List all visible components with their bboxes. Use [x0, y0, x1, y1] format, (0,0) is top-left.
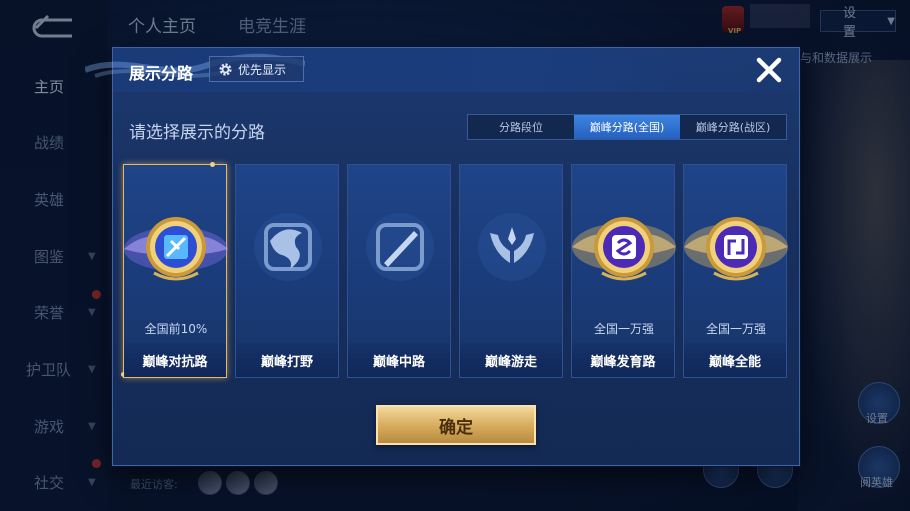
- lane-card-top[interactable]: 全国前10% 巅峰对抗路: [121, 162, 228, 378]
- priority-button-label: 优先显示: [238, 62, 287, 77]
- lane-name: 巅峰打野: [236, 343, 338, 377]
- lane-name: 巅峰对抗路: [124, 343, 226, 377]
- lane-display-dialog: 展示分路 优先显示 请选择展示的分路 分路段位 巅峰分路(全国) 巅峰分路(战区…: [85, 47, 800, 466]
- allround-badge-icon: [684, 217, 788, 281]
- lane-name: 巅峰全能: [684, 343, 786, 377]
- staff-badge-icon: [366, 213, 434, 281]
- dragon-badge-icon: [254, 213, 322, 281]
- sword-badge-icon: [124, 217, 228, 281]
- lane-card-jungle[interactable]: 巅峰打野: [235, 164, 339, 378]
- lane-name: 巅峰游走: [460, 343, 562, 377]
- dialog-subtitle: 请选择展示的分路: [129, 123, 265, 143]
- lane-rank-text: 全国前10%: [144, 322, 208, 336]
- confirm-button[interactable]: 确定: [376, 405, 536, 445]
- lane-card-mid[interactable]: 巅峰中路: [347, 164, 451, 378]
- lane-rank-text: 全国一万强: [705, 322, 766, 336]
- priority-display-button[interactable]: 优先显示: [209, 56, 304, 82]
- lane-card-support[interactable]: 巅峰游走: [459, 164, 563, 378]
- lane-card-adc[interactable]: 全国一万强 巅峰发育路: [571, 164, 676, 378]
- lane-card-list: 全国前10% 巅峰对抗路 巅峰打野 巅峰中路 巅峰游走 全国一万强 巅峰发育路 …: [121, 162, 791, 378]
- tab-lane-rank[interactable]: 分路段位: [468, 115, 574, 139]
- gear-icon: [219, 62, 232, 76]
- close-icon[interactable]: [753, 54, 785, 86]
- lane-name: 巅峰发育路: [572, 343, 674, 377]
- dialog-title: 展示分路: [129, 64, 194, 83]
- selection-corner: [210, 162, 215, 167]
- lane-source-tabs: 分路段位 巅峰分路(全国) 巅峰分路(战区): [467, 114, 787, 140]
- wings-badge-icon: [478, 213, 546, 281]
- tab-peak-lane-region[interactable]: 巅峰分路(战区): [680, 115, 786, 139]
- arrow-badge-icon: [572, 217, 676, 281]
- lane-rank-text: 全国一万强: [593, 322, 654, 336]
- tab-peak-lane-national[interactable]: 巅峰分路(全国): [574, 115, 680, 139]
- lane-card-allround[interactable]: 全国一万强 巅峰全能: [683, 164, 788, 378]
- lane-name: 巅峰中路: [348, 343, 450, 377]
